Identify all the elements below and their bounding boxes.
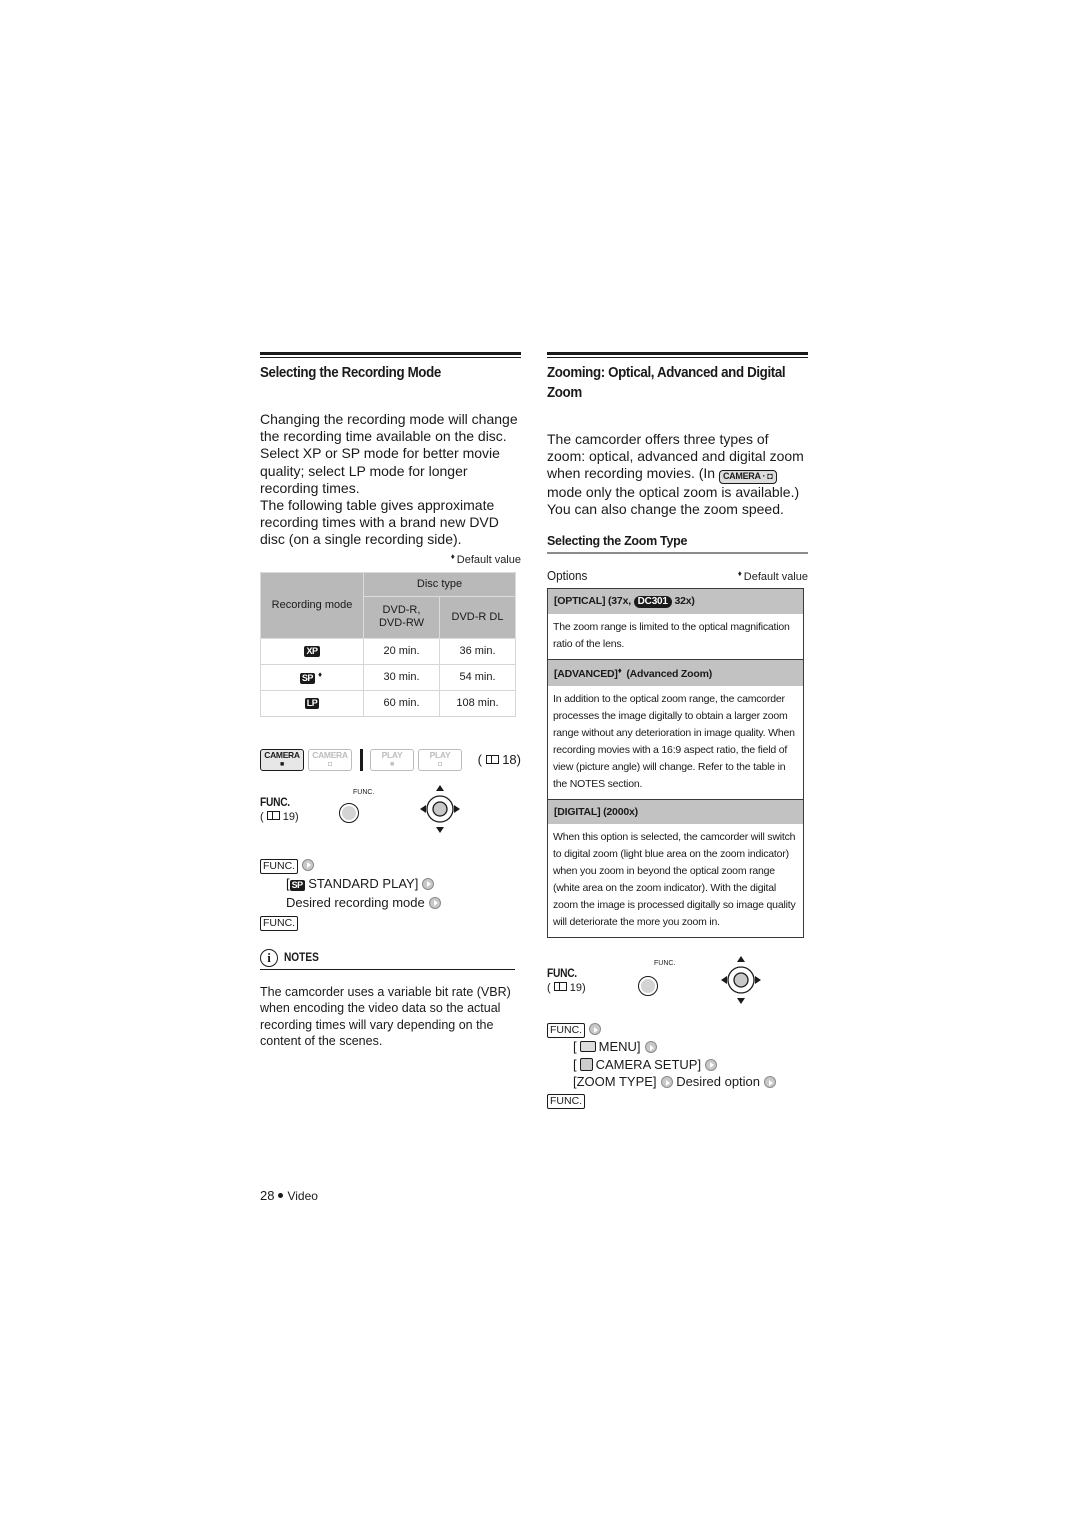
options-row: Options ♦ Default value <box>547 568 808 583</box>
next-arrow-icon <box>660 1076 673 1089</box>
right-column: Zooming: Optical, Advanced and Digital Z… <box>547 352 808 1109</box>
func-controls: FUNC. ( 19) FUNC. <box>260 784 521 845</box>
book-icon <box>553 982 567 992</box>
diamond-icon: ♦ <box>450 551 455 561</box>
default-diamond-icon: ♦ <box>317 670 323 680</box>
book-icon <box>485 755 499 765</box>
cell-dvdrdl: 108 min. <box>439 689 516 717</box>
intro-paragraph: Changing the recording mode will change … <box>260 411 518 496</box>
section-title-recording-mode: Selecting the Recording Mode <box>260 365 441 381</box>
func-button-caption: FUNC. <box>654 960 676 968</box>
step-desired-mode: Desired recording mode <box>286 894 425 910</box>
header-recording-mode: Recording mode <box>260 571 364 639</box>
option-optical-description: The zoom range is limited to the optical… <box>553 621 790 651</box>
cell-dvdrdl: 36 min. <box>439 637 516 665</box>
xp-mode-icon: XP <box>304 646 320 658</box>
lp-mode-icon: LP <box>304 698 320 710</box>
camera-photo-mode-icon: CAMERA ◘ <box>308 748 352 771</box>
bullet-icon <box>278 1193 284 1198</box>
zoom-options-table: [OPTICAL] (37x, DC301 32x) The zoom rang… <box>547 588 804 939</box>
cell-dvdr: 60 min. <box>363 689 440 717</box>
recording-mode-procedure: FUNC. [SP STANDARD PLAY] Desired recordi… <box>260 855 521 931</box>
menu-icon <box>579 1041 596 1053</box>
func-label: FUNC. <box>547 966 577 981</box>
play-photo-mode-icon: PLAY ◘ <box>418 748 462 771</box>
info-icon: i <box>260 948 278 967</box>
subsection-title-zoom-type: Selecting the Zoom Type <box>547 534 808 555</box>
notes-title: NOTES <box>284 951 319 964</box>
notes-text: The camcorder uses a variable bit rate (… <box>260 984 511 1049</box>
header-dvd-r-dl: DVD-R DL <box>439 595 516 639</box>
table-row: XP 20 min. 36 min. <box>260 637 516 665</box>
mode-divider <box>360 748 363 771</box>
camera-setup-icon <box>579 1057 593 1071</box>
func-key-icon: FUNC. <box>547 1023 586 1039</box>
sp-mode-icon: SP <box>289 879 305 891</box>
zoom-intro-paragraph: The camcorder offers three types of zoom… <box>547 431 804 518</box>
camera-movie-mode-icon: CAMERA ■ <box>260 748 304 771</box>
step-menu: MENU] <box>598 1039 641 1055</box>
default-value-note: ♦ Default value <box>737 569 808 584</box>
table-row: LP 60 min. 108 min. <box>260 689 516 717</box>
cell-dvdr: 20 min. <box>363 637 440 665</box>
header-disc-type: Disc type <box>363 571 516 597</box>
left-column: Selecting the Recording Mode Changing th… <box>260 352 521 1050</box>
step-zoom-type: [ZOOM TYPE] <box>573 1074 657 1090</box>
func-button-caption: FUNC. <box>353 788 375 796</box>
step-standard-play: STANDARD PLAY] <box>308 875 419 891</box>
option-advanced-description: In addition to the optical zoom range, t… <box>553 693 795 791</box>
func-button-icon <box>638 976 658 997</box>
model-badge: DC301 <box>633 596 672 609</box>
play-movie-mode-icon: PLAY ■ <box>370 748 414 771</box>
func-controls: FUNC. ( 19) FUNC. <box>547 956 808 1016</box>
operating-mode-strip: CAMERA ■ CAMERA ◘ PLAY ■ PLAY ◘ ( 18) <box>260 747 521 773</box>
page-reference: ( 18) <box>477 752 521 768</box>
func-button-icon <box>339 802 359 823</box>
cell-dvdrdl: 54 min. <box>439 663 516 691</box>
func-key-icon: FUNC. <box>260 915 299 931</box>
recording-times-table: Recording mode Disc type DVD-R, DVD-RW D… <box>260 571 516 717</box>
step-camera-setup: CAMERA SETUP] <box>595 1056 702 1072</box>
section-rule <box>547 352 808 358</box>
diamond-icon: ♦ <box>737 569 742 579</box>
page-footer: 28 Video <box>260 1188 318 1203</box>
section-name: Video <box>287 1189 318 1203</box>
next-arrow-icon <box>764 1076 777 1089</box>
joystick-icon <box>721 956 761 1005</box>
next-arrow-icon <box>302 858 315 871</box>
func-key-icon: FUNC. <box>547 1093 586 1109</box>
func-key-icon: FUNC. <box>260 858 299 874</box>
table-intro-paragraph: The following table gives approximate re… <box>260 497 499 548</box>
next-arrow-icon <box>422 877 435 890</box>
next-arrow-icon <box>705 1058 718 1071</box>
next-arrow-icon <box>644 1041 657 1054</box>
option-digital-header: [DIGITAL] (2000x) <box>548 799 803 825</box>
func-label: FUNC. <box>260 794 290 809</box>
camera-photo-mode-icon: CAMERA · ◘ <box>718 470 777 484</box>
next-arrow-icon <box>589 1023 602 1036</box>
table-row: SP ♦ 30 min. 54 min. <box>260 663 516 691</box>
section-title-zooming: Zooming: Optical, Advanced and Digital Z… <box>547 365 786 401</box>
options-label: Options <box>547 568 588 584</box>
default-value-note: ♦ Default value <box>450 551 521 566</box>
step-desired-option: Desired option <box>676 1074 761 1090</box>
zoom-type-procedure: FUNC. [MENU] [CAMERA SETUP] [ZOOM TYPE] … <box>547 1020 808 1109</box>
header-dvd-r: DVD-R, DVD-RW <box>363 595 440 639</box>
func-page-reference: ( 19) <box>547 982 586 995</box>
option-advanced-header: [ADVANCED]♦ (Advanced Zoom) <box>548 659 803 687</box>
option-digital-description: When this option is selected, the camcor… <box>553 831 796 929</box>
next-arrow-icon <box>428 896 441 909</box>
notes-header: i NOTES <box>260 948 515 970</box>
section-rule <box>260 352 521 358</box>
func-page-reference: ( 19) <box>260 810 299 823</box>
book-icon <box>266 810 280 820</box>
default-diamond-icon: ♦ <box>617 666 622 676</box>
option-optical-header: [OPTICAL] (37x, DC301 32x) <box>548 589 803 615</box>
joystick-icon <box>420 784 460 833</box>
cell-dvdr: 30 min. <box>363 663 440 691</box>
sp-mode-icon: SP <box>299 673 315 685</box>
page-number: 28 <box>260 1188 275 1203</box>
